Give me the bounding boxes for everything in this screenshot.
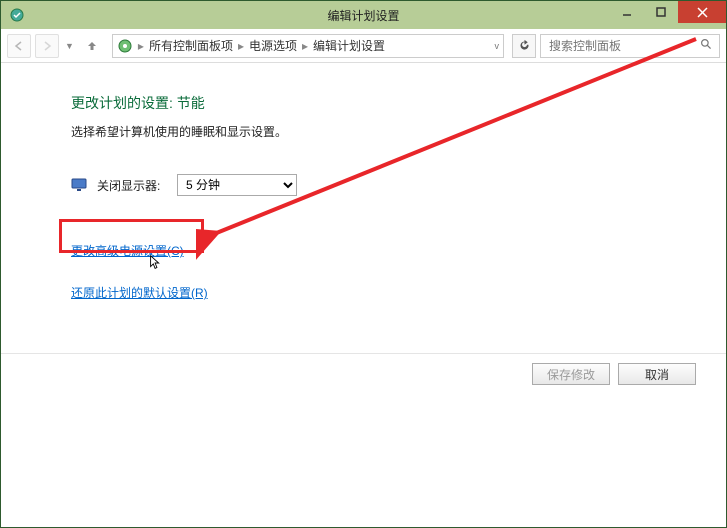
minimize-button[interactable] (610, 1, 644, 23)
footer-buttons: 保存修改 取消 (532, 363, 696, 385)
restore-defaults-link[interactable]: 还原此计划的默认设置(R) (71, 284, 208, 301)
breadcrumb-item[interactable]: 编辑计划设置 (313, 37, 385, 54)
breadcrumb-item[interactable]: 电源选项 (249, 37, 297, 54)
recent-dropdown-icon[interactable]: ▼ (63, 41, 76, 51)
chevron-right-icon: ▸ (235, 39, 247, 53)
maximize-button[interactable] (644, 1, 678, 23)
breadcrumb-item[interactable]: 所有控制面板项 (149, 37, 233, 54)
save-button[interactable]: 保存修改 (532, 363, 610, 385)
chevron-right-icon: ▸ (299, 39, 311, 53)
advanced-power-settings-link[interactable]: 更改高级电源设置(C) (71, 242, 184, 259)
search-box[interactable] (540, 34, 720, 58)
window-root: 编辑计划设置 ▼ ▸ 所有控制面 (0, 0, 727, 528)
display-off-select[interactable]: 5 分钟 (177, 174, 297, 196)
chevron-right-icon: ▸ (135, 39, 147, 53)
page-subtitle: 选择希望计算机使用的睡眠和显示设置。 (71, 123, 726, 140)
content-area: 更改计划的设置: 节能 选择希望计算机使用的睡眠和显示设置。 关闭显示器: 5 … (1, 63, 726, 302)
advanced-link-wrap: 更改高级电源设置(C) (61, 236, 194, 266)
search-icon[interactable] (700, 38, 713, 54)
page-heading: 更改计划的设置: 节能 (71, 93, 726, 113)
up-button[interactable] (80, 34, 104, 58)
close-button[interactable] (678, 1, 726, 23)
address-bar[interactable]: ▸ 所有控制面板项 ▸ 电源选项 ▸ 编辑计划设置 v (112, 34, 504, 58)
refresh-button[interactable] (512, 34, 536, 58)
monitor-icon (71, 177, 87, 193)
titlebar: 编辑计划设置 (1, 1, 726, 29)
navbar: ▼ ▸ 所有控制面板项 ▸ 电源选项 ▸ 编辑计划设置 v (1, 29, 726, 63)
window-controls (610, 1, 726, 23)
display-off-row: 关闭显示器: 5 分钟 (71, 174, 726, 196)
display-off-label: 关闭显示器: (97, 177, 167, 194)
cancel-button[interactable]: 取消 (618, 363, 696, 385)
control-panel-icon (117, 38, 133, 54)
address-dropdown-icon[interactable]: v (491, 41, 500, 51)
forward-button[interactable] (35, 34, 59, 58)
separator (1, 353, 726, 354)
search-input[interactable] (547, 38, 687, 54)
back-button[interactable] (7, 34, 31, 58)
cursor-icon (147, 254, 165, 272)
